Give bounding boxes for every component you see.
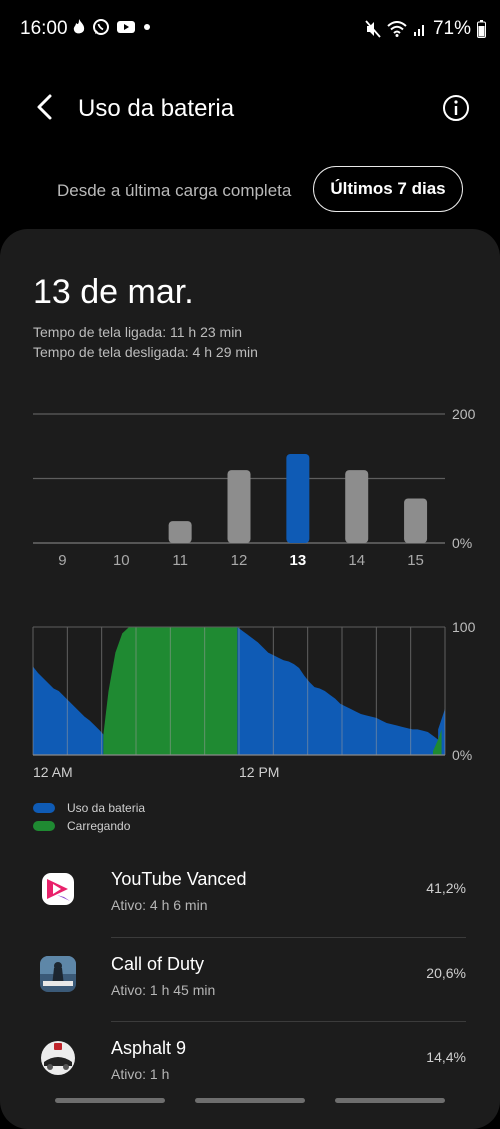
flame-icon [73, 19, 85, 34]
back-arrow-icon [37, 94, 52, 120]
bar-xtick-label: 15 [407, 552, 424, 569]
status-left-icons [72, 18, 152, 36]
battery-charts: 200 0% 9 10 11 12 13 14 15 100 0% 12 AM 12 PM [32, 406, 476, 780]
area-xtick-label: 12 PM [239, 764, 279, 780]
nav-home[interactable] [195, 1098, 305, 1103]
info-button[interactable] [441, 93, 471, 123]
dot-icon [144, 24, 150, 30]
bar-xtick-label: 11 [172, 552, 188, 569]
bar-xtick-label: 13 [290, 552, 307, 569]
status-bar: 16:00 71% [0, 0, 500, 58]
youtube-vanced-icon [42, 873, 74, 905]
app-percent: 14,4% [426, 1049, 466, 1065]
legend-swatch-charging [33, 821, 55, 831]
bar-ytick-label: 200 [452, 406, 476, 422]
app-name: YouTube Vanced [111, 869, 247, 889]
area-ytick-label: 0% [452, 747, 472, 763]
app-percent: 41,2% [426, 880, 466, 896]
bar [345, 470, 369, 543]
battery-icon [477, 20, 486, 38]
legend-label-usage: Uso da bateria [67, 801, 146, 815]
asphalt-9-icon [41, 1041, 75, 1075]
app-row-call-of-duty[interactable]: Call of Duty Ativo: 1 h 45 min 20,6% [0, 938, 500, 1022]
legend-item-charging: Carregando [33, 817, 145, 835]
chart-legend: Uso da bateria Carregando [33, 799, 145, 835]
bar-xtick-label: 9 [58, 552, 66, 569]
area-ytick-label: 100 [452, 619, 476, 635]
app-active-time: Ativo: 1 h [111, 1066, 170, 1082]
mute-icon [365, 20, 381, 38]
app-active-time: Ativo: 4 h 6 min [111, 897, 208, 913]
bar-ytick-label: 0% [452, 535, 472, 551]
back-button[interactable] [30, 91, 62, 123]
legend-label-charging: Carregando [67, 819, 131, 833]
bar [168, 521, 192, 543]
bar-xtick-label: 14 [348, 552, 365, 569]
app-name: Call of Duty [111, 954, 205, 974]
battery-card: 13 de mar. Tempo de tela ligada: 11 h 23… [0, 229, 500, 1129]
whatsapp-icon [93, 19, 109, 35]
area-xtick-label: 12 AM [33, 764, 73, 780]
bar [227, 470, 251, 543]
call-of-duty-icon [40, 956, 76, 992]
status-time: 16:00 [20, 18, 68, 39]
youtube-icon [117, 21, 135, 33]
wifi-icon [387, 21, 407, 37]
app-percent: 20,6% [426, 965, 466, 981]
app-row-asphalt-9[interactable]: Asphalt 9 Ativo: 1 h 14,4% [0, 1022, 500, 1106]
range-label[interactable]: Desde a última carga completa [57, 181, 291, 201]
bar [404, 498, 428, 543]
bar [286, 453, 310, 543]
nav-recent-apps[interactable] [55, 1098, 165, 1103]
signal-icon [413, 25, 424, 36]
app-active-time: Ativo: 1 h 45 min [111, 982, 216, 998]
last-7-days-button[interactable]: Últimos 7 dias [313, 166, 463, 212]
legend-item-usage: Uso da bateria [33, 799, 145, 817]
app-name: Asphalt 9 [111, 1038, 187, 1058]
battery-usage-area [237, 627, 439, 755]
info-icon [443, 95, 469, 121]
app-row-youtube-vanced[interactable]: YouTube Vanced Ativo: 4 h 6 min 41,2% [0, 853, 500, 937]
page-title: Uso da bateria [78, 95, 235, 122]
status-right: 71% [365, 18, 486, 40]
battery-percent: 71% [432, 18, 471, 39]
header: Uso da bateria [0, 85, 500, 133]
bar-xtick-label: 12 [231, 552, 248, 569]
legend-swatch-usage [33, 803, 55, 813]
bar-xtick-label: 10 [113, 552, 130, 569]
nav-back[interactable] [335, 1098, 445, 1103]
battery-usage-area [33, 666, 104, 755]
